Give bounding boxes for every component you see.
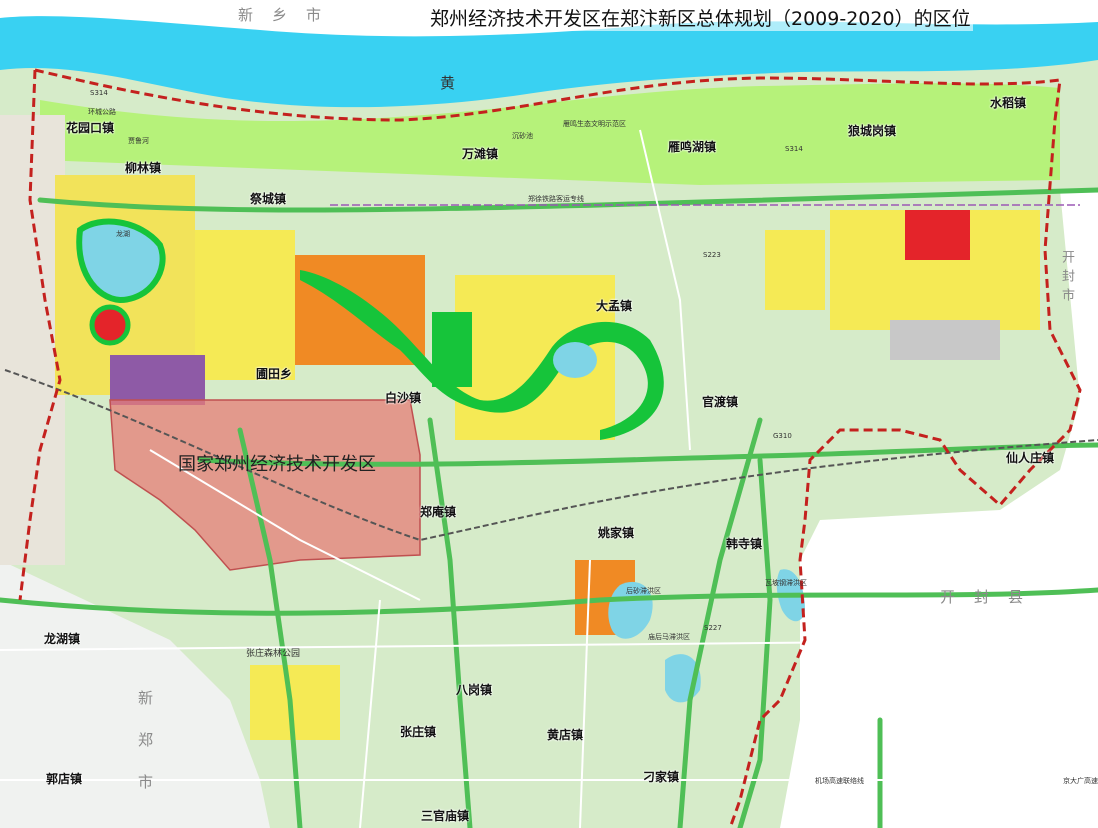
road-label-huancheng: 环城公路 [88,108,116,116]
planning-map: 郑州经济技术开发区在郑汴新区总体规划（2009-2020）的区位 新 乡 市 开… [0,0,1098,828]
label-houshahu: 后砂滞洪区 [626,587,661,595]
town-guandu: 官渡镇 [702,395,739,409]
town-zhengan: 郑庵镇 [420,505,457,519]
town-huangdian: 黄店镇 [547,728,584,742]
town-liulin: 柳林镇 [125,161,162,175]
town-guodian: 郭店镇 [46,772,83,786]
park-label-zhangzhuang: 张庄森林公园 [246,649,301,659]
town-baisha: 白沙镇 [385,391,422,405]
road-label-s314-b: S314 [785,145,803,153]
town-yaojia: 姚家镇 [598,526,635,540]
label-chenshachi: 沉砂池 [512,132,533,140]
road-label-jingda: 京大广高速 [1063,777,1098,785]
town-zhangzhuang: 张庄镇 [400,725,437,739]
district-southwest [250,665,340,740]
ring-park [89,304,131,346]
region-kaifeng: 开 封 县 [940,588,1026,606]
lake-label-longhu: 龙湖 [116,230,130,238]
road-label-s314-a: S314 [90,89,108,97]
region-xinzheng: 新 郑 市 [136,690,154,795]
district-east-red [905,210,970,260]
park-block [432,312,472,387]
road-label-s223: S223 [703,251,721,259]
map-title: 郑州经济技术开发区在郑汴新区总体规划（2009-2020）的区位 [428,4,973,31]
district-east-south [890,320,1000,360]
town-renzhuang: 仙人庄镇 [1006,451,1055,465]
label-miaohou: 庙后马滞洪区 [648,633,690,641]
town-wantan: 万滩镇 [462,147,499,161]
town-bagang: 八岗镇 [456,683,493,697]
central-lake [553,342,597,378]
town-longhu: 龙湖镇 [44,632,81,646]
economic-zone-label: 国家郑州经济技术开发区 [178,454,376,475]
region-xinxiang: 新 乡 市 [238,6,324,24]
river-label: 黄 [440,74,456,92]
road-label-jichang: 机场高速联络线 [815,777,864,785]
town-sanguanmiao: 三官庙镇 [421,809,470,823]
town-diaojia: 刁家镇 [643,770,680,784]
town-langchenggang: 狼城岗镇 [848,124,897,138]
town-huayuankou: 花园口镇 [66,121,115,135]
rail-label-zhengbian: 郑徐铁路客运专线 [528,195,584,203]
town-putian: 圃田乡 [256,367,293,381]
town-jicheng: 祭城镇 [250,192,287,206]
river-label-jialu: 贾鲁河 [128,137,149,145]
town-dameng: 大孟镇 [596,299,633,313]
region-kaifeng-city: 开封市 [1059,250,1074,307]
district-central-c [195,230,295,380]
park-label-yanming: 雁鸣生态文明示范区 [563,120,626,128]
road-label-s227: S227 [704,624,722,632]
road-label-g310: G310 [773,432,792,440]
town-yanminghu: 雁鸣湖镇 [668,140,717,154]
label-wapo: 瓦坡钢滞洪区 [765,579,807,587]
district-west-industrial [110,355,205,405]
district-east-west [765,230,825,310]
map-canvas [0,0,1098,828]
town-hansi: 韩寺镇 [726,537,763,551]
town-shuidao: 水稻镇 [990,96,1027,110]
